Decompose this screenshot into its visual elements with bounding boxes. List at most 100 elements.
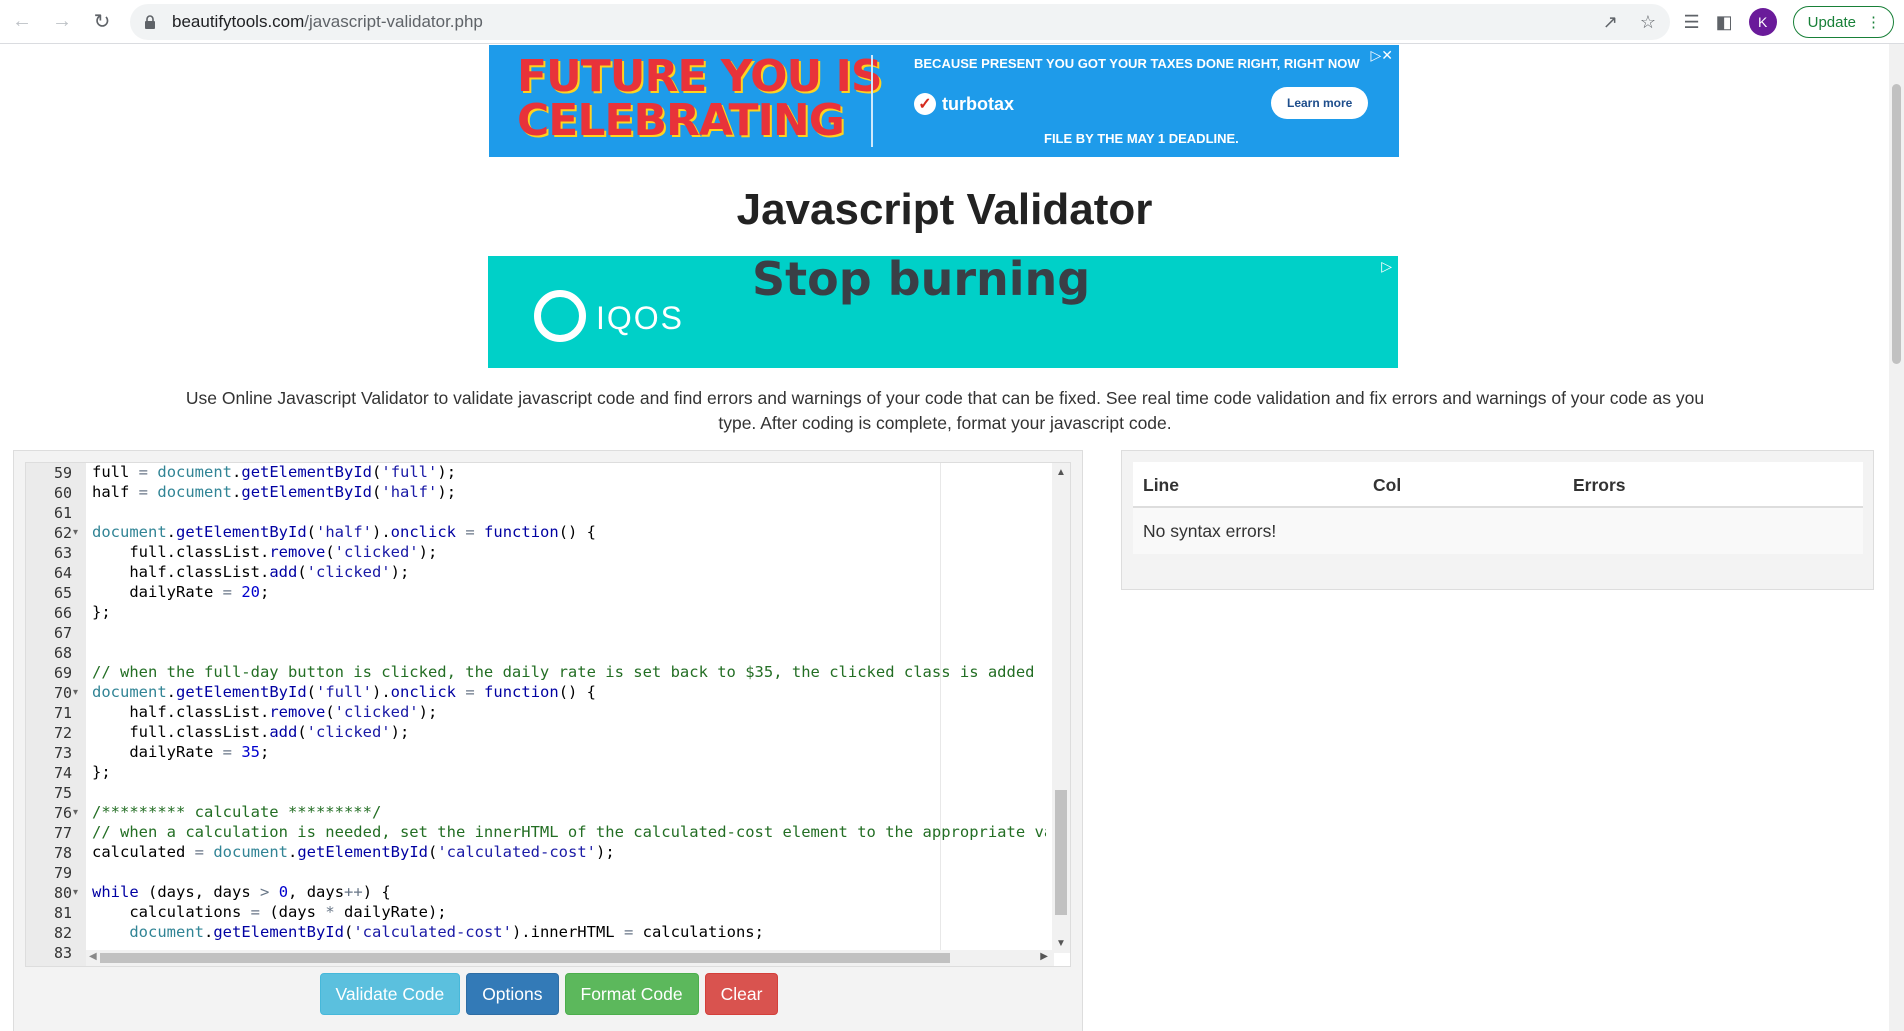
editor-panel: 59 60 61 62 ▾ 63 64 65 66 67 68 69 70 ▾ 71 72 73 74 75 76 ▾ 7… bbox=[13, 450, 1083, 1031]
code-token: ( bbox=[428, 843, 438, 861]
code-token: }; bbox=[92, 763, 111, 781]
page-scrollbar[interactable] bbox=[1889, 44, 1904, 1031]
scroll-right-icon[interactable]: ▶ bbox=[1040, 951, 1048, 962]
code-token: onclick bbox=[390, 523, 456, 541]
code-token: 20 bbox=[241, 583, 261, 601]
forward-arrow-icon[interactable]: → bbox=[42, 4, 82, 40]
adchoices-icon[interactable]: ▷ bbox=[1381, 258, 1392, 275]
code-token: ); bbox=[418, 703, 438, 721]
editor-hscroll-thumb[interactable] bbox=[100, 953, 950, 963]
code-line: calculated = document.getElementById('ca… bbox=[92, 843, 615, 861]
code-token: * bbox=[325, 903, 335, 921]
results-header-row: Line Col Errors bbox=[1133, 462, 1863, 508]
code-line: full = document.getElementById('full'); bbox=[92, 463, 456, 481]
code-token: = bbox=[623, 923, 634, 941]
line-number-gutter: 59 60 61 62 ▾ 63 64 65 66 67 68 69 70 ▾ 71 72 73 74 75 76 ▾ 7… bbox=[26, 463, 86, 966]
line-number: 81 bbox=[53, 904, 72, 922]
bookmark-star-icon[interactable]: ☆ bbox=[1640, 12, 1656, 33]
clear-button[interactable]: Clear bbox=[704, 973, 779, 1015]
code-token: 'full' bbox=[381, 463, 438, 481]
line-number: 59 bbox=[53, 464, 72, 482]
code-token: ); bbox=[418, 543, 438, 561]
scroll-up-icon[interactable]: ▲ bbox=[1056, 467, 1066, 478]
code-token: document bbox=[92, 523, 167, 541]
ad-brand: ✓ turbotax bbox=[914, 93, 1014, 115]
code-token: . bbox=[203, 923, 214, 941]
code-token: = bbox=[250, 903, 260, 921]
reading-list-icon[interactable]: ☰ bbox=[1683, 12, 1699, 33]
code-token: > bbox=[260, 883, 270, 901]
back-arrow-icon[interactable]: ← bbox=[2, 4, 42, 40]
code-line: // when a calculation is needed, set the… bbox=[92, 823, 1046, 841]
code-token: }; bbox=[92, 603, 111, 621]
code-token: 0 bbox=[278, 883, 289, 901]
code-token: ; bbox=[260, 583, 270, 601]
code-token: (days bbox=[259, 903, 326, 921]
learn-more-button[interactable]: Learn more bbox=[1271, 87, 1369, 119]
adchoices-close-icon[interactable]: ▷✕ bbox=[1371, 47, 1394, 64]
line-number: 65 bbox=[53, 584, 72, 602]
code-token: add bbox=[269, 563, 298, 581]
code-token: document bbox=[213, 843, 288, 861]
code-token: 'clicked' bbox=[334, 543, 419, 561]
editor-vertical-scrollbar[interactable]: ▲ ▼ bbox=[1052, 463, 1070, 953]
line-number: 66 bbox=[53, 604, 72, 622]
code-token: ( bbox=[297, 563, 307, 581]
code-token: = bbox=[138, 463, 149, 481]
reload-icon[interactable]: ↻ bbox=[82, 4, 122, 40]
turbotax-ad-banner[interactable]: FUTURE YOU IS CELEBRATING BECAUSE PRESENT… bbox=[489, 45, 1399, 157]
code-token: full.classList. bbox=[92, 723, 270, 741]
code-line: dailyRate = 35; bbox=[92, 743, 269, 761]
code-token: while bbox=[92, 883, 139, 901]
fold-toggle-icon[interactable]: ▾ bbox=[73, 807, 78, 818]
format-code-button[interactable]: Format Code bbox=[564, 973, 699, 1015]
scroll-down-icon[interactable]: ▼ bbox=[1056, 938, 1066, 949]
code-token: , days bbox=[288, 883, 345, 901]
editor-vscroll-thumb[interactable] bbox=[1055, 790, 1067, 915]
code-token: getElementById bbox=[241, 463, 373, 481]
code-token: ); bbox=[437, 463, 457, 481]
address-bar[interactable]: beautifytools.com/javascript-validator.p… bbox=[130, 4, 1670, 40]
iqos-ad-banner[interactable]: Stop burning IQOS ▷ bbox=[488, 256, 1398, 368]
code-token: calculations; bbox=[633, 923, 764, 941]
code-token: = bbox=[465, 523, 475, 541]
check-icon: ✓ bbox=[914, 93, 936, 115]
side-panel-icon[interactable]: ◧ bbox=[1716, 12, 1733, 33]
code-token: ( bbox=[297, 723, 307, 741]
scroll-left-icon[interactable]: ◀ bbox=[89, 951, 97, 962]
options-button[interactable]: Options bbox=[466, 973, 559, 1015]
code-token: getElementById bbox=[176, 683, 307, 701]
code-area[interactable]: full = document.getElementById('full'); h… bbox=[92, 463, 1046, 953]
code-line: half.classList.add('clicked'); bbox=[92, 563, 409, 581]
code-token: 'calculated-cost' bbox=[353, 923, 512, 941]
fold-toggle-icon[interactable]: ▾ bbox=[73, 687, 78, 698]
validate-code-button[interactable]: Validate Code bbox=[319, 973, 461, 1015]
share-icon[interactable]: ↗ bbox=[1603, 12, 1618, 33]
code-token: ). bbox=[372, 683, 391, 701]
line-number: 62 bbox=[53, 524, 72, 542]
code-line: full.classList.remove('clicked'); bbox=[92, 543, 437, 561]
page-scrollbar-thumb[interactable] bbox=[1892, 84, 1901, 364]
results-table: Line Col Errors No syntax errors! bbox=[1133, 462, 1863, 554]
line-number: 76 bbox=[53, 804, 72, 822]
code-token: ). bbox=[372, 523, 391, 541]
line-number: 75 bbox=[53, 784, 72, 802]
line-number: 83 bbox=[53, 944, 72, 962]
update-button[interactable]: Update ⋮ bbox=[1792, 6, 1894, 38]
fold-toggle-icon[interactable]: ▾ bbox=[73, 527, 78, 538]
code-token: ( bbox=[325, 703, 335, 721]
code-token: onclick bbox=[390, 683, 456, 701]
profile-avatar[interactable]: K bbox=[1748, 8, 1777, 36]
editor-horizontal-scrollbar[interactable]: ◀ ▶ bbox=[86, 950, 1054, 966]
fold-toggle-icon[interactable]: ▾ bbox=[73, 887, 78, 898]
code-editor[interactable]: 59 60 61 62 ▾ 63 64 65 66 67 68 69 70 ▾ 71 72 73 74 75 76 ▾ 7… bbox=[25, 462, 1071, 967]
ad-tagline: BECAUSE PRESENT YOU GOT YOUR TAXES DONE … bbox=[914, 56, 1360, 71]
code-token: full bbox=[92, 463, 139, 481]
code-token: remove bbox=[269, 703, 326, 721]
code-line: document.getElementById('full').onclick … bbox=[92, 683, 596, 701]
code-token: = bbox=[465, 683, 475, 701]
